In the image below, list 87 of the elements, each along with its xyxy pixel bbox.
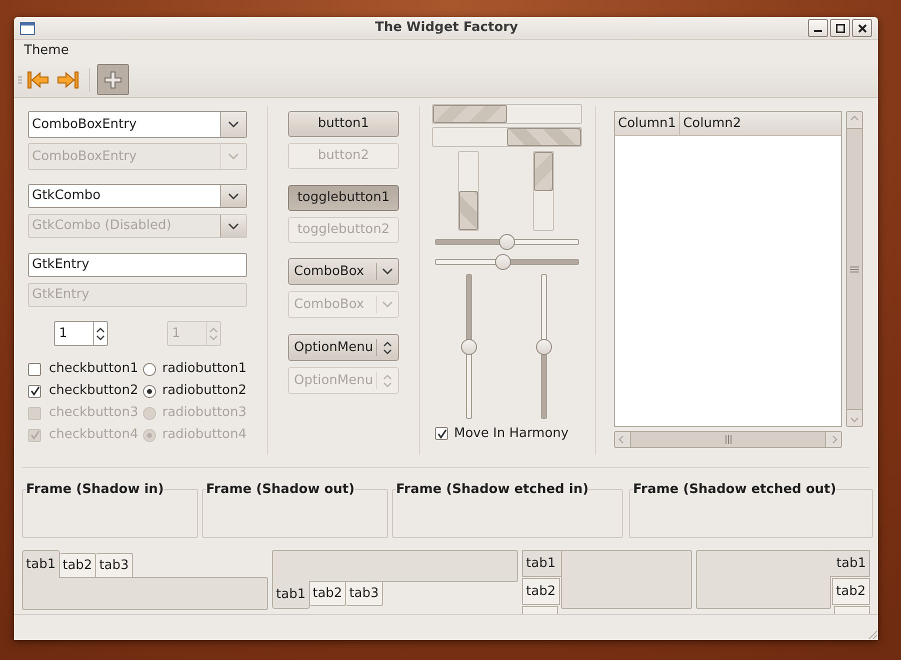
radio-label: radiobutton2 (162, 382, 246, 400)
maximize-button[interactable] (830, 19, 850, 37)
check-icon (30, 430, 40, 440)
checkbox-label: Move In Harmony (454, 425, 569, 443)
radio-label: radiobutton4 (162, 426, 246, 444)
frame-label: Frame (Shadow etched in) (396, 481, 589, 499)
plus-icon (104, 70, 122, 88)
check-icon (436, 428, 446, 439)
radio-label: radiobutton1 (162, 360, 246, 378)
checkbox[interactable] (28, 362, 41, 376)
frame-label: Frame (Shadow out) (206, 481, 355, 499)
vertical-scrollbar[interactable] (846, 111, 863, 427)
tab[interactable]: tab1 (22, 550, 60, 578)
grip-icon (724, 435, 732, 444)
frame-label: Frame (Shadow in) (26, 481, 164, 499)
column-header[interactable]: Column2 (680, 112, 841, 135)
tab-stub[interactable] (834, 606, 870, 614)
grip-icon (850, 266, 859, 272)
up-down-arrows-icon (209, 326, 218, 340)
chevron-left-icon (618, 435, 624, 444)
chevron-down-icon (228, 121, 239, 128)
tab[interactable]: tab2 (60, 553, 96, 577)
up-down-arrows-icon (383, 374, 392, 388)
combo-field[interactable]: GtkCombo (28, 184, 247, 208)
frame-label: Frame (Shadow etched out) (633, 481, 836, 499)
slider[interactable] (435, 239, 579, 245)
chevron-down-icon (228, 192, 239, 200)
tab[interactable]: tab2 (522, 578, 560, 605)
checkbox[interactable] (28, 384, 41, 398)
checkbox-label: checkbutton4 (49, 426, 138, 444)
chevron-down-icon (228, 153, 239, 160)
toolbar-button[interactable] (97, 64, 129, 95)
push-button[interactable]: button1 (288, 111, 399, 137)
radio-button[interactable] (143, 384, 156, 398)
arrow-right-bar-icon (57, 70, 79, 90)
slider[interactable] (466, 274, 472, 419)
tab[interactable]: tab3 (96, 553, 133, 577)
slider-thumb[interactable] (536, 338, 552, 354)
check-icon (30, 386, 40, 396)
column-header[interactable]: Column1 (615, 112, 680, 135)
checkbox[interactable] (435, 427, 448, 440)
window-icon (20, 22, 35, 34)
slider[interactable] (435, 259, 579, 265)
grip-icon (18, 76, 22, 84)
resize-grip-icon (868, 630, 878, 640)
minimize-button[interactable] (808, 19, 828, 37)
tab[interactable]: tab1 (830, 550, 870, 577)
tree-view[interactable]: Column1 Column2 (614, 111, 842, 427)
tab[interactable]: tab2 (832, 578, 870, 605)
spin-button[interactable]: 1 (54, 321, 108, 346)
checkbox-label: checkbutton1 (49, 360, 138, 378)
tab[interactable]: tab1 (272, 581, 310, 609)
combo-box[interactable]: ComboBox (288, 258, 399, 285)
window-title: The Widget Factory (374, 19, 520, 38)
option-menu[interactable]: OptionMenu (288, 334, 399, 361)
chevron-down-icon (850, 417, 859, 423)
radio-button[interactable] (143, 362, 156, 376)
slider-thumb[interactable] (461, 338, 477, 354)
horizontal-scrollbar[interactable] (614, 431, 842, 448)
slider[interactable] (541, 274, 547, 419)
chevron-up-icon (850, 115, 859, 121)
close-button[interactable] (852, 19, 872, 37)
slider-thumb[interactable] (494, 254, 511, 270)
combo-entry-field[interactable]: ComboBoxEntry (28, 111, 247, 138)
checkbox-label: checkbutton3 (49, 404, 138, 422)
tab[interactable]: tab3 (346, 582, 383, 606)
tab-stub[interactable] (522, 606, 558, 614)
arrow-left-bar-icon (27, 70, 49, 90)
text-field[interactable]: GtkEntry (28, 253, 247, 277)
chevron-down-icon (382, 268, 393, 275)
scrollbar-thumb[interactable] (847, 128, 862, 410)
chevron-down-icon (228, 222, 239, 230)
menu-item[interactable]: Theme (23, 41, 70, 61)
tab[interactable]: tab2 (310, 582, 346, 606)
close-icon (858, 24, 866, 32)
chevron-down-icon (382, 301, 393, 308)
scrollbar-thumb[interactable] (630, 432, 826, 447)
toggle-button[interactable]: togglebutton1 (288, 185, 399, 211)
checkbox-label: checkbutton2 (49, 382, 138, 400)
maximize-icon (836, 24, 844, 32)
tab[interactable]: tab1 (522, 550, 562, 577)
up-down-arrows-icon (383, 340, 392, 354)
slider-thumb[interactable] (499, 234, 515, 250)
chevron-right-icon (832, 435, 838, 444)
up-down-arrows-icon (96, 326, 105, 340)
dropdown-button[interactable] (220, 185, 246, 207)
radio-label: radiobutton3 (162, 404, 246, 422)
